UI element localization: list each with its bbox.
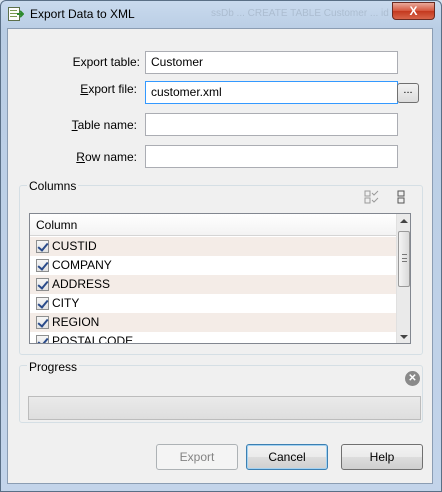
row-checkbox[interactable] [36, 297, 49, 310]
table-name-field[interactable] [145, 113, 398, 136]
browse-button[interactable]: ... [397, 83, 419, 103]
title-bar[interactable]: Export Data to XML ssDb ... CREATE TABLE… [1, 1, 441, 27]
vertical-scrollbar[interactable] [396, 214, 410, 343]
help-button[interactable]: Help [341, 444, 423, 470]
close-button[interactable]: X [392, 2, 435, 20]
list-item[interactable]: POSTALCODE [30, 332, 396, 344]
row-label: CITY [52, 296, 80, 310]
row-checkbox[interactable] [36, 335, 49, 343]
export-table-label: Export table: [72, 55, 140, 69]
export-table-field[interactable]: Customer [145, 51, 398, 74]
export-xml-icon [8, 7, 24, 21]
title-ghost-text: ssDb ... CREATE TABLE Customer ... id ID [211, 8, 402, 19]
scroll-down-icon[interactable] [400, 335, 408, 339]
export-file-label: Export file: [80, 82, 137, 96]
stop-icon[interactable]: ✕ [405, 371, 420, 386]
select-toggle-icon[interactable] [396, 190, 406, 204]
row-label: COMPANY [52, 258, 112, 272]
list-item[interactable]: CUSTID [30, 237, 396, 256]
cancel-button[interactable]: Cancel [246, 444, 328, 470]
list-item[interactable]: CITY [30, 294, 396, 313]
row-checkbox[interactable] [36, 240, 49, 253]
close-icon: X [409, 4, 418, 18]
export-file-field[interactable]: customer.xml [145, 81, 398, 104]
columns-list[interactable]: Column CUSTID COMPANY ADDRESS CITY REGIO… [29, 213, 411, 344]
list-item[interactable]: REGION [30, 313, 396, 332]
list-item[interactable]: ADDRESS [30, 275, 396, 294]
row-checkbox[interactable] [36, 316, 49, 329]
row-name-field[interactable] [145, 145, 398, 168]
check-all-icon[interactable] [364, 190, 380, 204]
row-checkbox[interactable] [36, 259, 49, 272]
export-button[interactable]: Export [156, 444, 238, 470]
list-item[interactable]: COMPANY [30, 256, 396, 275]
window-title: Export Data to XML [30, 7, 135, 21]
progress-bar [28, 396, 421, 420]
progress-group-title: Progress [27, 360, 80, 374]
column-header[interactable]: Column [30, 214, 410, 236]
row-label: REGION [52, 315, 100, 329]
row-label: CUSTID [52, 239, 97, 253]
scroll-up-icon[interactable] [400, 219, 408, 223]
grip-icon [402, 254, 407, 262]
row-label: POSTALCODE [52, 334, 134, 344]
table-name-label: Table name: [71, 118, 137, 132]
scroll-thumb[interactable] [398, 231, 410, 287]
row-label: ADDRESS [52, 277, 111, 291]
row-checkbox[interactable] [36, 278, 49, 291]
row-name-label: Row name: [76, 150, 137, 164]
columns-group-title: Columns [27, 179, 79, 193]
